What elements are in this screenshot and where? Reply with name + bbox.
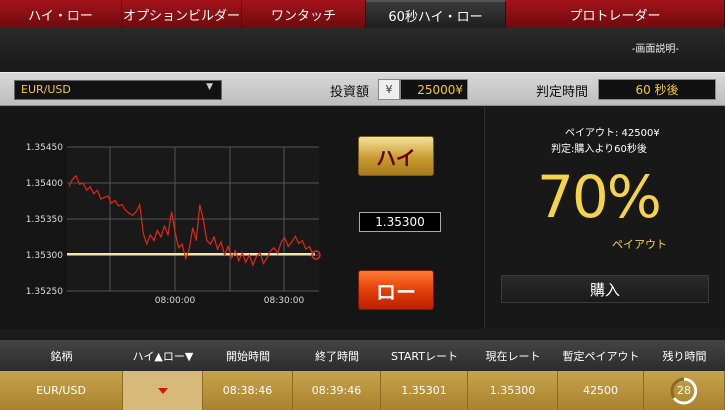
currency-pair-select[interactable]: EUR/USD ▼ [14, 80, 222, 100]
trade-settings-bar: EUR/USD ▼ 投資額 ¥ 25000¥ 判定時間 60 秒後 [0, 72, 725, 106]
tab-4[interactable]: プロトレーダー [506, 0, 725, 28]
x-tick-label: 08:30:00 [264, 296, 305, 306]
column-header-2: 開始時間 [226, 349, 270, 363]
y-tick-label: 1.35400 [26, 179, 63, 189]
table-row: EUR/USD 08:38:46 08:39:46 1.35301 1.3530… [0, 371, 725, 410]
y-tick-label: 1.35450 [26, 143, 63, 153]
column-header-6: 暫定ペイアウト [562, 349, 640, 363]
remaining-seconds: 28 [677, 384, 691, 397]
y-tick-label: 1.35350 [26, 215, 63, 225]
cell-start-time: 08:38:46 [203, 371, 293, 410]
cell-direction [123, 371, 203, 410]
investment-label: 投資額 [330, 85, 370, 100]
payout-percentage-label: ペイアウト [612, 238, 667, 251]
sub-header: -画面説明- [0, 28, 725, 62]
column-header-5: 現在レート [485, 349, 541, 363]
payout-amount-text: ペイアウト: 42500¥ [565, 128, 660, 139]
positions-table-header: 銘柄 ハイ▲ロー▼ 開始時間 終了時間 STARTレート 現在レート 暫定ペイアウト 残り時間 [0, 340, 725, 371]
tab-3[interactable]: 60秒ハイ・ロー [366, 0, 506, 28]
countdown-timer: 28 [669, 376, 699, 406]
cell-payout: 42500 [558, 371, 644, 410]
cell-end-time: 08:39:46 [293, 371, 381, 410]
x-tick-label: 08:00:00 [155, 296, 196, 306]
judgement-text: 判定:購入より60秒後 [551, 144, 647, 155]
payout-percentage: 70% [537, 163, 662, 231]
product-tabs: ハイ・ロー オプションビルダー ワンタッチ 60秒ハイ・ロー プロトレーダー [0, 0, 725, 28]
payout-panel: ペイアウト: 42500¥ 判定:購入より60秒後 70% ペイアウト 購入 [484, 107, 725, 329]
column-header-0: 銘柄 [50, 349, 73, 363]
judgement-time-label: 判定時間 [536, 85, 589, 100]
cell-remaining: 28 [644, 371, 725, 410]
tab-1[interactable]: オプションビルダー [122, 0, 242, 28]
judgement-time-value: 60 秒後 [598, 79, 716, 100]
chevron-down-icon: ▼ [206, 82, 213, 92]
high-button[interactable]: ハイ [358, 136, 434, 176]
y-tick-label: 1.35250 [26, 287, 63, 297]
cell-start-rate: 1.35301 [381, 371, 468, 410]
price-chart-panel: 1.35450 1.35400 1.35350 1.35300 1.35250 08:00… [0, 107, 482, 329]
column-header-3: 終了時間 [315, 349, 359, 363]
investment-amount-input[interactable]: 25000¥ [400, 79, 468, 100]
cell-current-rate: 1.35300 [468, 371, 558, 410]
column-header-7: 残り時間 [662, 349, 707, 363]
y-tick-label: 1.35300 [26, 251, 63, 261]
column-header-1: ハイ▲ロー▼ [132, 349, 194, 363]
column-header-4: STARTレート [391, 349, 458, 363]
down-arrow-icon [157, 387, 168, 394]
low-button[interactable]: ロー [358, 270, 434, 310]
yen-symbol: ¥ [378, 79, 400, 100]
cell-pair: EUR/USD [0, 371, 123, 410]
price-chart: 1.35450 1.35400 1.35350 1.35300 1.35250 08:00… [26, 143, 321, 306]
buy-button[interactable]: 購入 [501, 275, 709, 303]
help-link[interactable]: -画面説明- [632, 40, 679, 55]
current-rate-display: 1.35300 [359, 212, 441, 232]
tab-2[interactable]: ワンタッチ [242, 0, 366, 28]
currency-pair-value: EUR/USD [21, 83, 71, 96]
trading-area: 1.35450 1.35400 1.35350 1.35300 1.35250 08:00… [0, 107, 725, 329]
tab-0[interactable]: ハイ・ロー [0, 0, 122, 28]
